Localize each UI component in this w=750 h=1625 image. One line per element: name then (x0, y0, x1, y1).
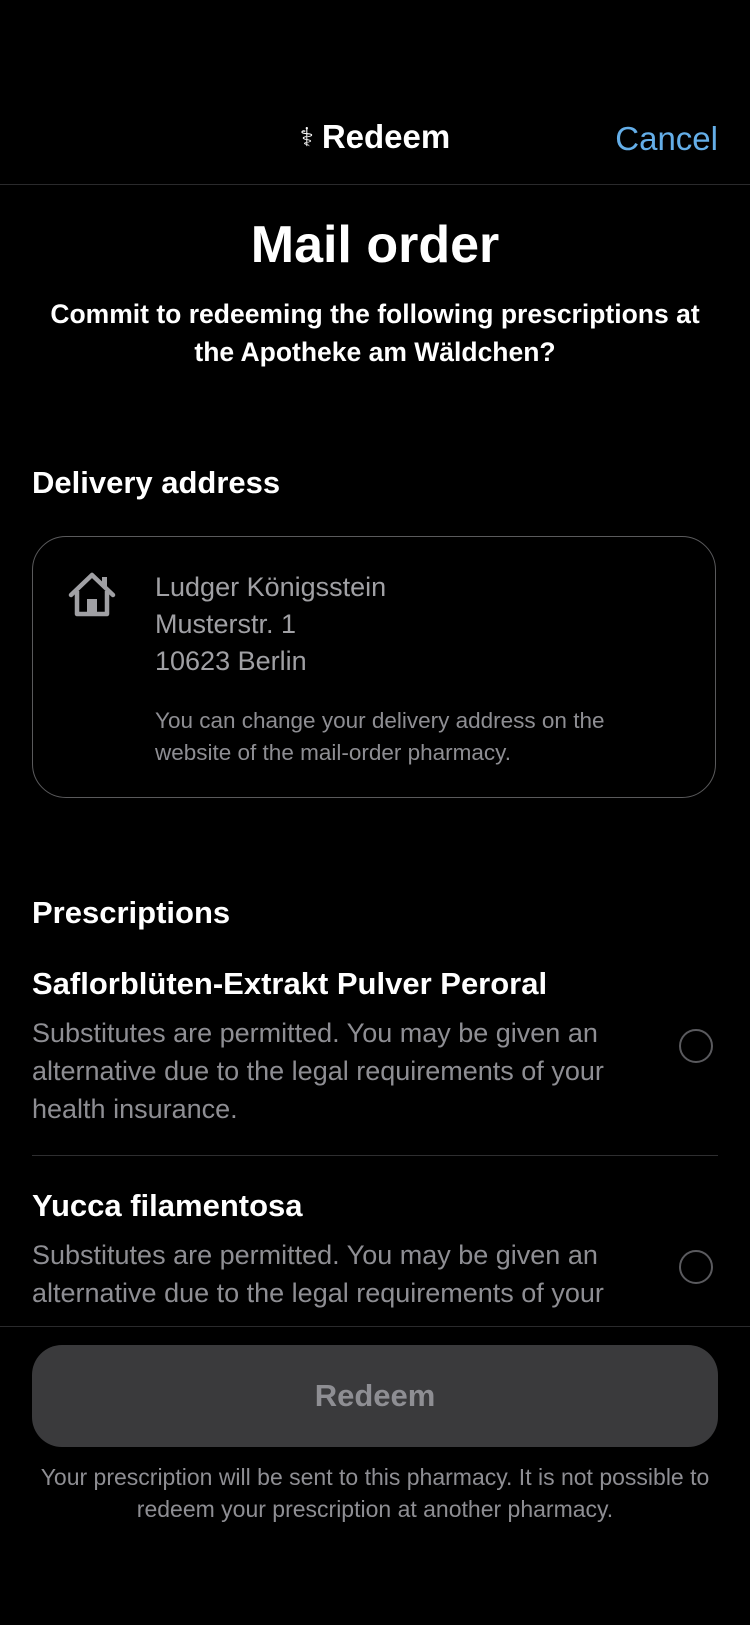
prescription-select-radio[interactable] (679, 1029, 713, 1063)
footer-note: Your prescription will be sent to this p… (40, 1464, 710, 1522)
cancel-button[interactable]: Cancel (615, 120, 718, 158)
bottom-panel: Redeem Your prescription will be sent to… (0, 1326, 750, 1625)
prescription-description: Substitutes are permitted. You may be gi… (32, 1018, 604, 1124)
prescription-select-radio[interactable] (679, 1250, 713, 1284)
address-name: Ludger Königsstein (155, 572, 387, 602)
navigation-bar: ⚕ Redeem Cancel (0, 100, 750, 185)
redeem-button[interactable]: Redeem (32, 1345, 718, 1447)
prescription-name: Yucca filamentosa (32, 1188, 303, 1223)
page-subtitle: Commit to redeeming the following prescr… (50, 299, 700, 367)
nav-title-label: Redeem (321, 118, 451, 155)
prescription-name: Saflorblüten-Extrakt Pulver Peroral (32, 966, 548, 1001)
address-street: Musterstr. 1 (155, 609, 297, 639)
address-lines: Ludger Königsstein Musterstr. 1 10623 Be… (155, 569, 386, 680)
prescriptions-title: Prescriptions (32, 895, 231, 930)
page-title: Mail order (250, 216, 500, 274)
delivery-address-title: Delivery address (32, 465, 281, 500)
prescription-item[interactable]: Yucca filamentosa Substitutes are permit… (32, 1188, 718, 1312)
delivery-address-card: Ludger Königsstein Musterstr. 1 10623 Be… (32, 536, 716, 798)
divider (32, 1155, 718, 1156)
house-icon (68, 572, 116, 617)
address-note: You can change your delivery address on … (155, 708, 605, 765)
address-city: 10623 Berlin (155, 646, 307, 676)
prescription-item[interactable]: Saflorblüten-Extrakt Pulver Peroral Subs… (32, 966, 718, 1128)
prescription-description: Substitutes are permitted. You may be gi… (32, 1240, 604, 1308)
caduceus-icon: ⚕ (299, 121, 314, 152)
